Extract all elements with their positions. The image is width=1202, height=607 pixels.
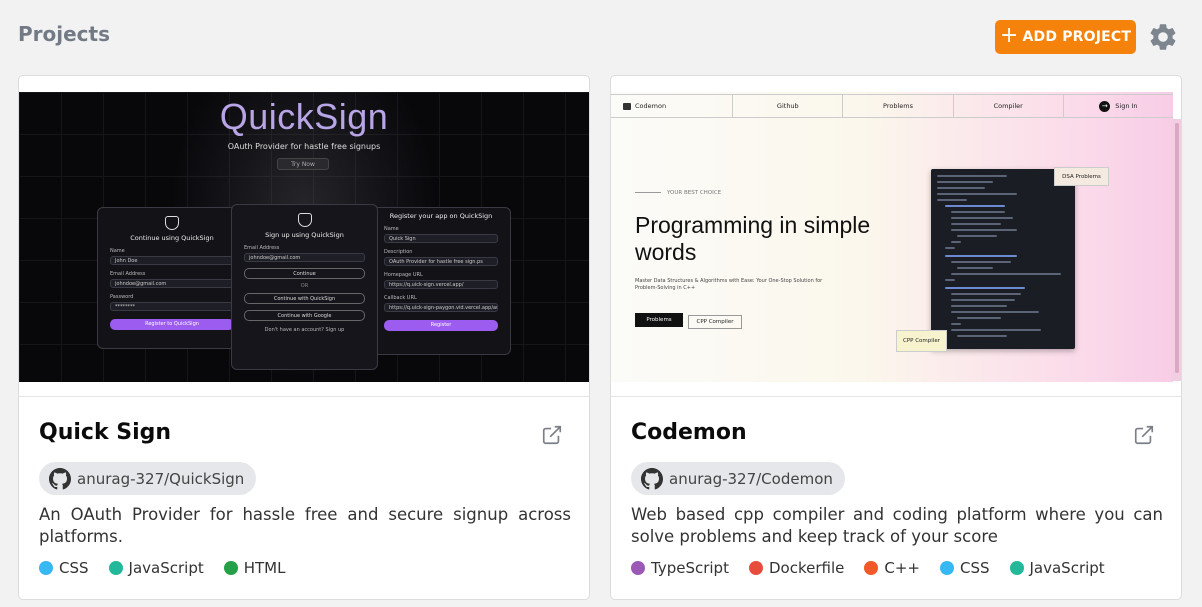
language-dot [1009,561,1024,575]
project-title: Quick Sign [39,420,172,445]
logo-icon [623,102,631,110]
project-preview-codemon: Codemon Github Problems Compiler → Sign I… [611,92,1173,382]
page-title: Projects [18,22,111,46]
language-dot [748,561,763,575]
external-link-icon[interactable] [541,424,563,446]
language-item: HTML [223,559,285,577]
language-item: TypeScript [631,559,729,577]
card-divider [611,396,1181,397]
github-icon [49,467,71,489]
project-description: Web based cpp compiler and coding platfo… [631,505,1163,546]
preview-headline: Programming in simple words [635,212,871,265]
project-card-codemon[interactable]: Codemon Github Problems Compiler → Sign I… [610,75,1182,600]
language-item: JavaScript [1009,559,1105,577]
language-dot [39,561,53,575]
project-preview-quicksign: QuickSign OAuth Provider for hastle free… [19,92,589,382]
repo-link[interactable]: anurag-327/Codemon [631,462,845,495]
preview-nav: Codemon Github Problems Compiler → Sign I… [611,94,1173,118]
repo-name: anurag-327/QuickSign [77,469,245,488]
language-item: Dockerfile [748,559,844,577]
shield-icon [165,216,179,230]
preview-problems-button: Problems [635,313,683,327]
preview-logo: QuickSign [219,96,389,137]
preview-eyebrow: YOUR BEST CHOICE [635,190,721,196]
preview-compiler-button: CPP Compiler [688,315,742,329]
language-dot [223,561,238,575]
language-dot [864,561,879,575]
preview-nav-item: Problems [843,95,954,117]
language-dot [108,561,123,575]
preview-nav-item: → Sign In [1064,95,1173,117]
plus-icon: + [999,23,1019,48]
preview-nav-item: Codemon [611,95,734,117]
preview-subtitle: OAuth Provider for hastle free signups [227,142,381,151]
language-dot [631,561,645,575]
language-item: CSS [939,559,990,577]
page-header: Projects + ADD PROJECT [18,0,1202,72]
language-item: C++ [864,559,920,577]
language-list: TypeScript Dockerfile C++ CSS JavaScript [631,559,1105,577]
language-dot [939,561,954,575]
repo-name: anurag-327/Codemon [669,469,833,488]
preview-nav-item: Compiler [954,95,1064,117]
shield-icon [297,213,312,227]
preview-dsa-tag: DSA Problems [1054,167,1109,186]
preview-try-button: Try Now [277,158,329,170]
preview-left-panel: Continue using QuickSign Name John Doe E… [97,207,247,349]
github-icon [641,467,663,489]
preview-paragraph: Master Data Structures & Algorithms with… [635,278,823,291]
card-divider [19,396,589,397]
project-description: An OAuth Provider for hassle free and se… [39,505,571,546]
language-list: CSS JavaScript HTML [39,559,285,577]
preview-right-panel: Register your app on QuickSign Name Quic… [371,207,511,355]
project-title: Codemon [631,420,747,445]
preview-code-block [931,169,1075,349]
language-item: CSS [39,559,89,577]
gear-icon[interactable] [1147,21,1179,53]
arrow-right-icon: → [1099,100,1111,112]
project-card-quicksign[interactable]: QuickSign OAuth Provider for hastle free… [18,75,590,600]
language-item: JavaScript [108,559,204,577]
preview-center-panel: Sign up using QuickSign Email Address jo… [231,204,378,370]
external-link-icon[interactable] [1133,424,1155,446]
preview-nav-item: Github [733,95,844,117]
preview-cpp-tag: CPP Compiler [896,330,947,352]
repo-link[interactable]: anurag-327/QuickSign [39,462,257,495]
add-project-button[interactable]: + ADD PROJECT [995,20,1136,54]
preview-scrollbar [1173,119,1181,381]
add-project-label: ADD PROJECT [1022,29,1132,45]
